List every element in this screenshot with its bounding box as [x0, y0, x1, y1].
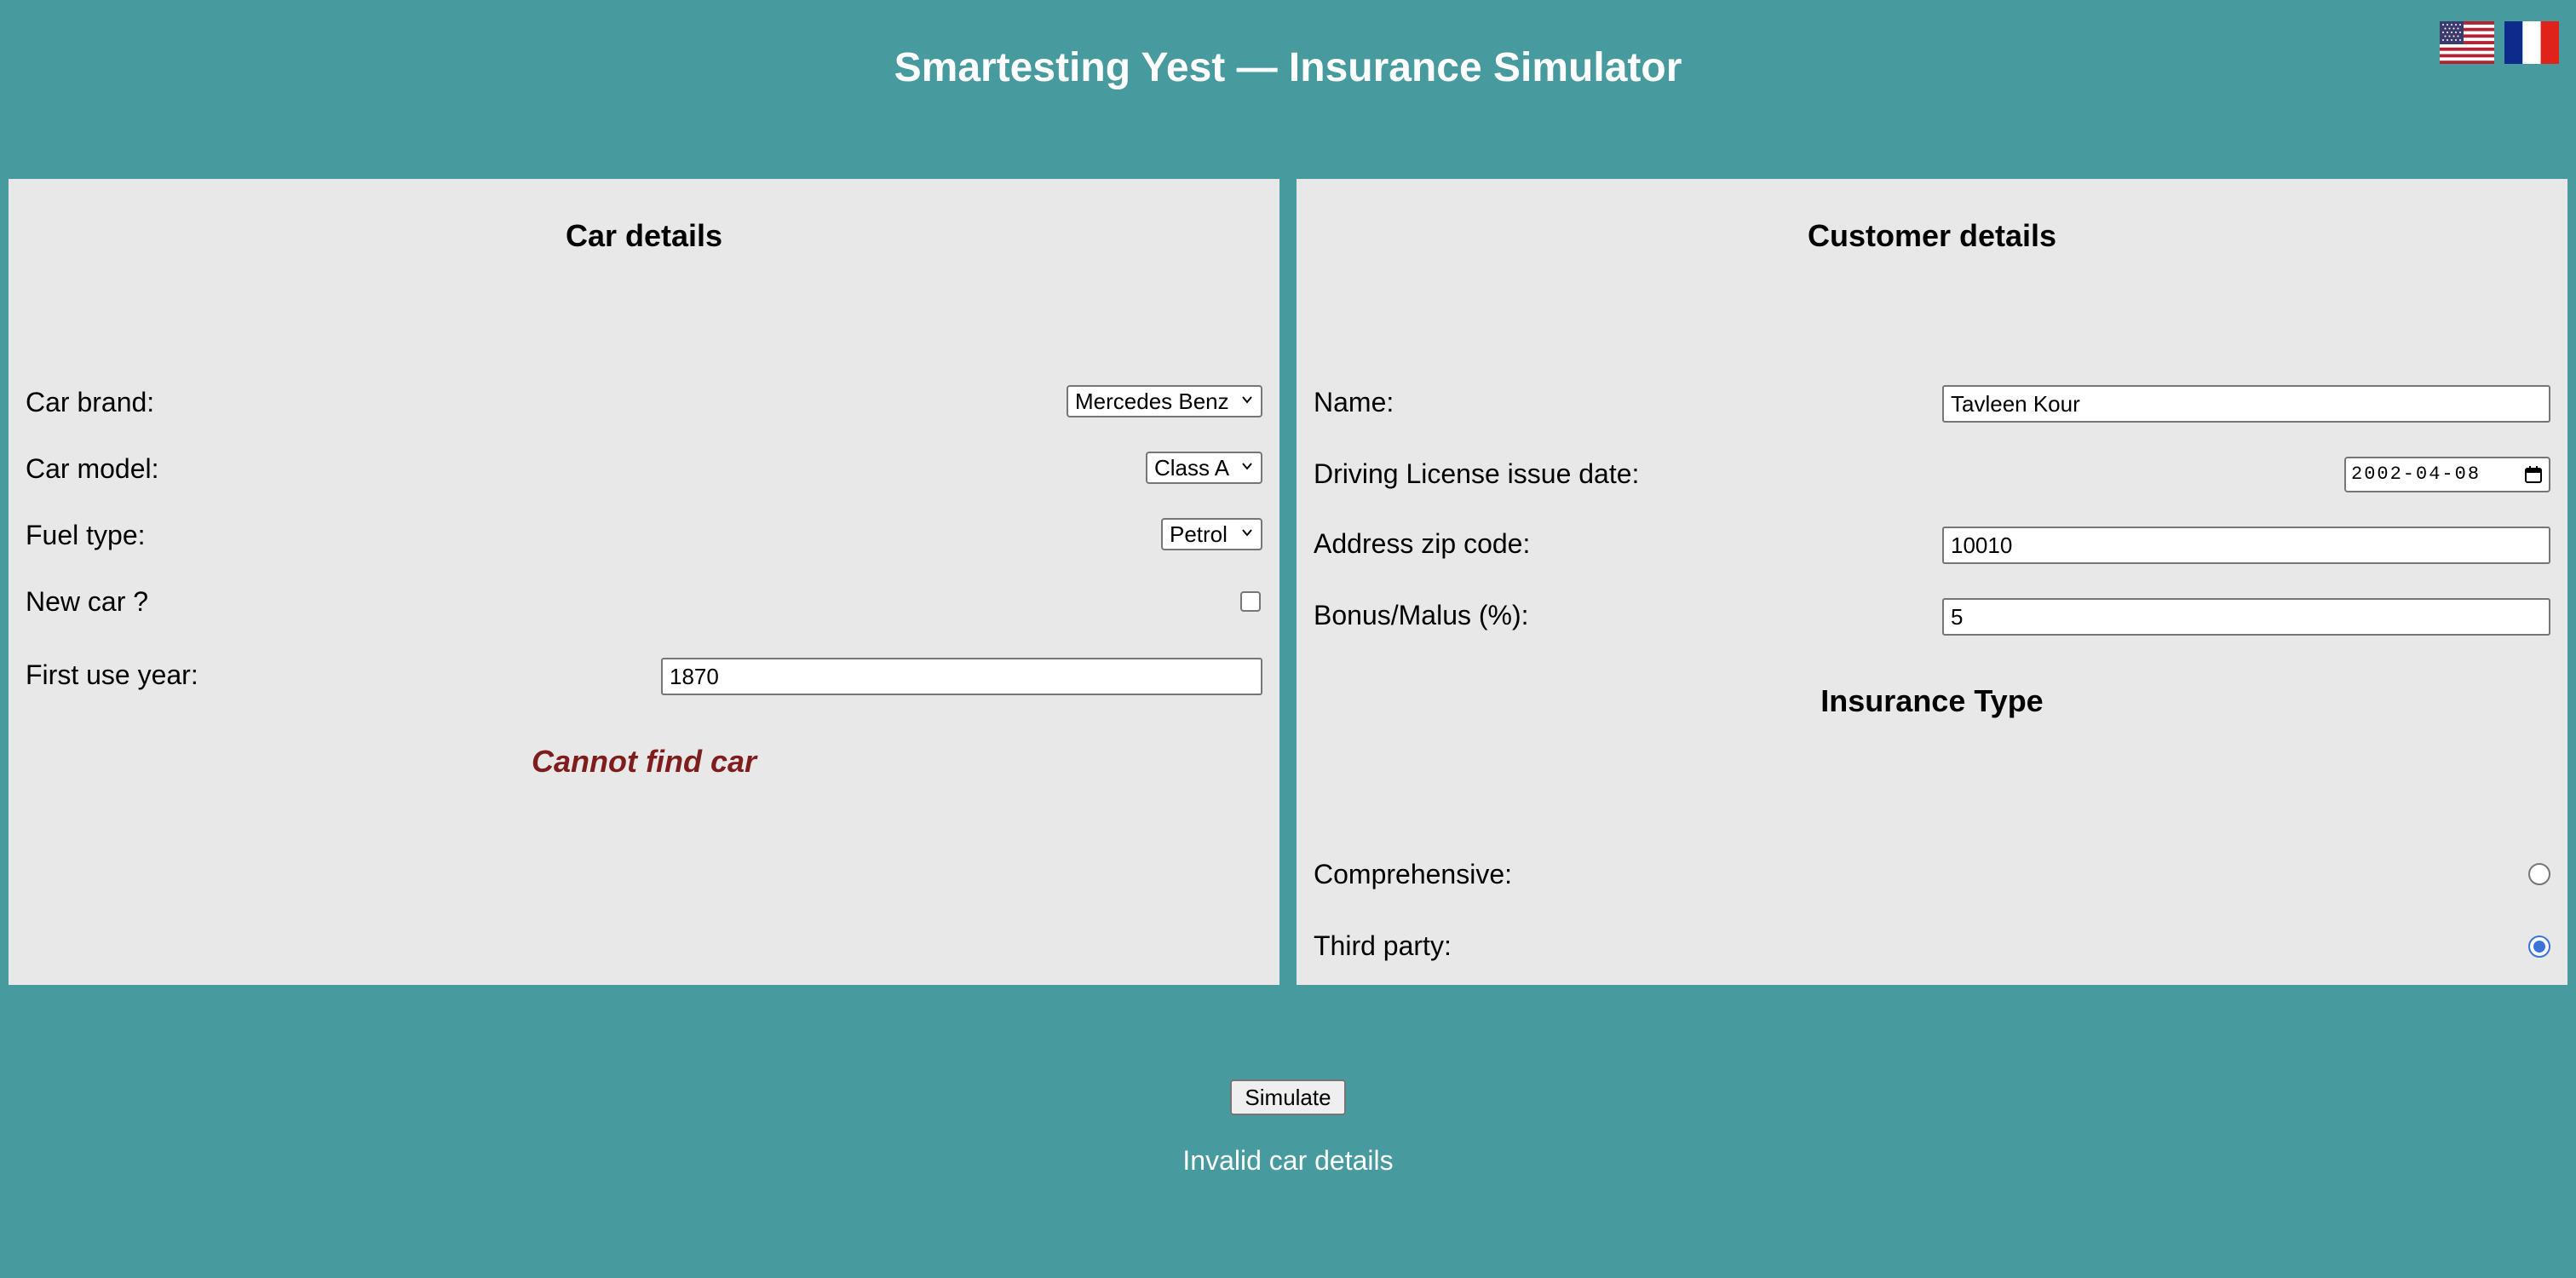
fuel-type-select-wrap: Petrol — [1161, 518, 1262, 550]
zip-code-input[interactable] — [1942, 527, 2550, 564]
license-date-label: Driving License issue date: — [1314, 458, 1640, 489]
simulate-button[interactable]: Simulate — [1230, 1079, 1346, 1115]
car-details-title: Car details — [565, 218, 723, 253]
name-label: Name: — [1314, 387, 1394, 417]
fuel-type-label: Fuel type: — [26, 520, 146, 550]
new-car-label: New car ? — [26, 586, 149, 617]
car-error-message: Cannot find car — [531, 744, 756, 779]
car-model-label: Car model: — [26, 453, 159, 484]
customer-details-title: Customer details — [1807, 218, 2057, 253]
car-model-select[interactable]: Class A — [1146, 452, 1262, 484]
insurance-type-title: Insurance Type — [1820, 683, 2044, 718]
calendar-icon[interactable] — [2523, 464, 2544, 485]
bonus-malus-label: Bonus/Malus (%): — [1314, 600, 1529, 630]
page-title: Smartesting Yest — Insurance Simulator — [894, 45, 1682, 90]
zip-code-label: Address zip code: — [1314, 528, 1531, 559]
new-car-checkbox[interactable] — [1240, 591, 1261, 612]
first-use-year-label: First use year: — [26, 659, 198, 690]
france-flag-icon[interactable] — [2504, 21, 2559, 64]
comprehensive-label: Comprehensive: — [1314, 859, 1512, 889]
car-model-select-wrap: Class A — [1146, 452, 1262, 484]
car-brand-select-wrap: Mercedes Benz — [1067, 385, 1262, 417]
name-input[interactable] — [1942, 385, 2550, 423]
license-date-input[interactable]: 2002-04-08 — [2344, 457, 2550, 492]
car-details-panel: Car details Car brand: Mercedes Benz Car… — [9, 179, 1279, 985]
car-brand-select[interactable]: Mercedes Benz — [1067, 385, 1262, 417]
third-party-radio[interactable] — [2528, 935, 2550, 958]
comprehensive-radio[interactable] — [2528, 863, 2550, 885]
bonus-malus-input[interactable] — [1942, 598, 2550, 636]
first-use-year-input[interactable] — [661, 658, 1262, 695]
status-message: Invalid car details — [1182, 1145, 1394, 1176]
fuel-type-select[interactable]: Petrol — [1161, 518, 1262, 550]
car-brand-label: Car brand: — [26, 387, 155, 417]
us-flag-icon[interactable] — [2440, 21, 2494, 64]
language-switcher — [2440, 21, 2559, 64]
customer-details-panel: Customer details Name: Driving License i… — [1297, 179, 2567, 985]
license-date-value: 2002-04-08 — [2351, 463, 2481, 485]
third-party-label: Third party: — [1314, 930, 1452, 961]
